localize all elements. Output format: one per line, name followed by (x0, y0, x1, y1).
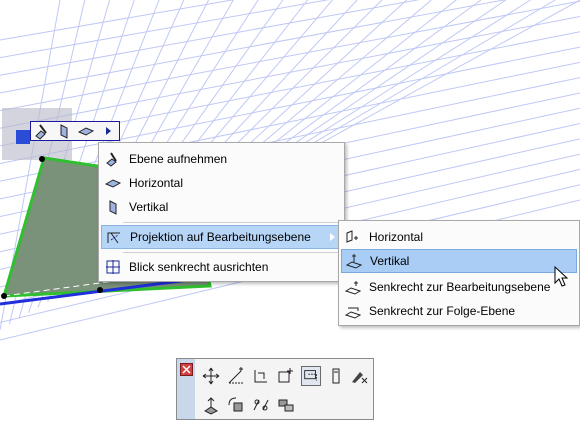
rotate-icon[interactable] (226, 366, 246, 386)
submenu-item-horizontal[interactable]: Horizontal (341, 225, 577, 249)
horizontal-plane-icon (105, 179, 121, 188)
rotate-copy-icon[interactable] (226, 395, 246, 415)
submenu-item-label: Vertikal (370, 254, 410, 268)
perpendicular-follow-plane-icon (345, 307, 361, 319)
submenu-item-label: Senkrecht zur Bearbeitungsebene (369, 280, 551, 294)
mouse-cursor-icon (554, 266, 569, 287)
vertical-projection-icon (346, 254, 362, 269)
move-icon[interactable] (201, 366, 221, 386)
edit-palette (176, 358, 374, 420)
vertical-plane-icon[interactable] (55, 122, 73, 140)
menu-item-label: Projektion auf Bearbeitungsebene (130, 230, 311, 244)
horizontal-plane-icon[interactable] (77, 122, 95, 140)
menu-item-vertical[interactable]: Vertikal (101, 195, 342, 219)
pick-plane-icon[interactable] (33, 122, 51, 140)
submenu-item-perpendicular-editing[interactable]: Senkrecht zur Bearbeitungsebene (341, 275, 577, 299)
drag-copy-icon[interactable] (201, 395, 221, 415)
submenu-item-perpendicular-follow[interactable]: Senkrecht zur Folge-Ebene (341, 299, 577, 323)
mirror-icon[interactable] (251, 395, 271, 415)
plane-mini-toolbar (30, 121, 120, 141)
expand-arrow-icon[interactable] (99, 122, 117, 140)
projection-icon[interactable] (301, 366, 321, 386)
custom-edit-icon[interactable] (349, 366, 369, 386)
node-point (1, 293, 7, 299)
node-point (39, 156, 45, 162)
elevation-icon[interactable] (326, 366, 346, 386)
menu-item-label: Vertikal (129, 200, 169, 214)
vertical-plane-icon (109, 200, 117, 215)
submenu-arrow-icon (330, 233, 335, 241)
multiply-icon[interactable] (276, 395, 296, 415)
menu-item-projection[interactable]: Projektion auf Bearbeitungsebene (101, 225, 342, 249)
perpendicular-editing-plane-icon (345, 281, 361, 295)
menu-item-label: Blick senkrecht ausrichten (129, 260, 269, 274)
submenu-item-label: Senkrecht zur Folge-Ebene (369, 304, 516, 318)
node-point (97, 287, 103, 293)
view-perpendicular-icon (106, 260, 120, 274)
menu-separator (123, 222, 340, 223)
horizontal-projection-icon (346, 230, 358, 243)
projection-icon (107, 232, 120, 244)
grid-line (0, 0, 580, 112)
menu-item-pick-plane[interactable]: Ebene aufnehmen (101, 147, 342, 171)
menu-separator (123, 252, 340, 253)
context-menu: Ebene aufnehmen Horizontal Vertikal Proj… (98, 142, 345, 282)
add-node-icon[interactable] (276, 366, 296, 386)
menu-item-horizontal[interactable]: Horizontal (101, 171, 342, 195)
offset-icon[interactable] (251, 366, 271, 386)
pick-plane-icon (106, 152, 117, 167)
projection-submenu: Horizontal Vertikal Senkrecht zur Bearbe… (338, 220, 580, 326)
submenu-item-label: Horizontal (369, 230, 424, 244)
submenu-item-vertical[interactable]: Vertikal (341, 249, 577, 273)
close-icon[interactable] (180, 363, 193, 376)
selected-marker (16, 130, 30, 144)
menu-item-label: Ebene aufnehmen (129, 152, 228, 166)
menu-item-label: Horizontal (129, 176, 184, 190)
grid-line (0, 0, 420, 76)
menu-item-view-perpendicular[interactable]: Blick senkrecht ausrichten (101, 255, 342, 279)
